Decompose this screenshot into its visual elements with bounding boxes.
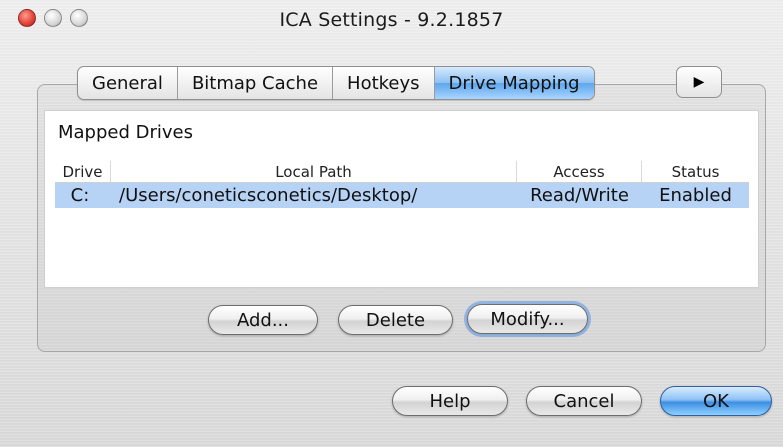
tab-hotkeys[interactable]: Hotkeys [333,67,435,99]
table-row[interactable]: C: /Users/coneticsconetics/Desktop/ Read… [55,183,749,208]
window-title: ICA Settings - 9.2.1857 [279,9,504,31]
mapped-drives-table: Drive Local Path Access Status C: /Users… [55,161,749,208]
mapped-drives-label: Mapped Drives [58,122,193,143]
cell-status: Enabled [659,185,732,206]
zoom-icon[interactable] [70,9,88,27]
tab-bar: General Bitmap Cache Hotkeys Drive Mappi… [77,66,595,100]
tab-drive-mapping[interactable]: Drive Mapping [434,67,594,99]
ica-settings-window: ICA Settings - 9.2.1857 General Bitmap C… [0,0,783,447]
triangle-right-icon: ▶ [693,74,705,90]
window-controls [18,9,88,27]
title-bar[interactable]: ICA Settings - 9.2.1857 [0,0,783,40]
drive-mapping-pane: Mapped Drives Drive Local Path Access St… [44,110,759,288]
cancel-button[interactable]: Cancel [526,386,642,416]
delete-button[interactable]: Delete [338,305,453,335]
add-button[interactable]: Add... [208,305,318,335]
ok-button[interactable]: OK [660,386,772,416]
cell-drive: C: [70,185,90,206]
column-header-local-path[interactable]: Local Path [111,161,517,182]
column-header-status[interactable]: Status [642,161,749,182]
tab-general[interactable]: General [78,67,178,99]
column-header-drive[interactable]: Drive [55,161,111,182]
modify-button[interactable]: Modify... [467,304,588,334]
cell-access: Read/Write [530,185,629,206]
column-header-access[interactable]: Access [517,161,642,182]
minimize-icon[interactable] [44,9,62,27]
cell-local-path: /Users/coneticsconetics/Desktop/ [119,185,418,206]
help-button[interactable]: Help [392,386,508,416]
close-icon[interactable] [18,9,36,27]
tab-bitmap-cache[interactable]: Bitmap Cache [178,67,334,99]
more-tabs-button[interactable]: ▶ [676,66,722,98]
table-header: Drive Local Path Access Status [55,161,749,183]
